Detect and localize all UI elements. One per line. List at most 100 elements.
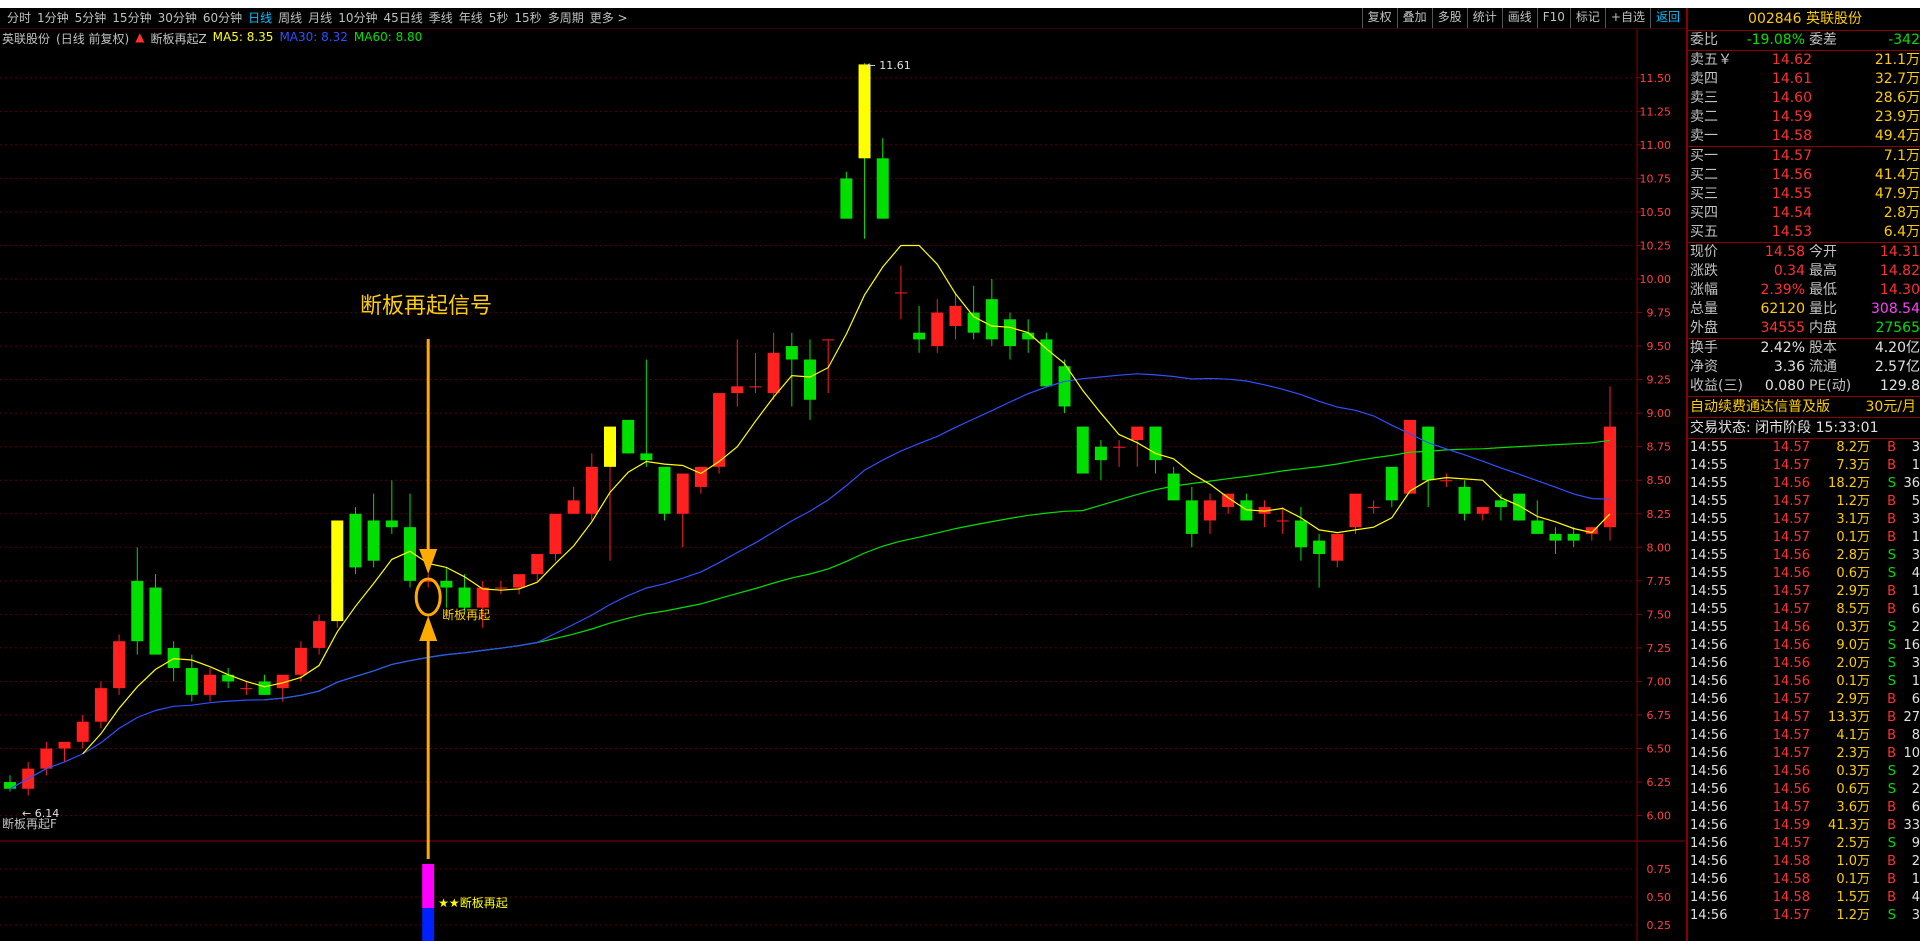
period-tab[interactable]: 15分钟 <box>109 8 154 28</box>
tick-row: 14:56 14.58 0.1万 B 1 <box>1690 872 1920 887</box>
weicha-value: -342 <box>1888 32 1920 48</box>
tick-row: 14:56 14.57 2.3万 B 10 <box>1690 746 1920 761</box>
candle-body <box>822 339 835 341</box>
period-tab[interactable]: 5秒 <box>486 8 512 28</box>
tool-button[interactable]: F10 <box>1536 8 1570 28</box>
candle-body <box>549 513 562 555</box>
candle-body <box>1531 520 1544 534</box>
candle-body <box>204 674 216 695</box>
tick-row: 14:56 14.57 2.5万 S 9 <box>1690 836 1920 851</box>
candle-body <box>1349 493 1362 528</box>
axis-tick-label: 10.25 <box>1640 240 1672 253</box>
candle-body <box>640 453 653 461</box>
sub-signal-bar-top <box>422 864 435 908</box>
candle-body <box>367 520 380 561</box>
axis-tick-label: 8.50 <box>1647 474 1672 487</box>
candle-body <box>494 587 507 589</box>
tick-row: 14:56 14.56 0.3万 S 2 <box>1690 764 1920 779</box>
stat-row: 收益(三) 0.080 PE(动) 129.8 <box>1690 378 1920 394</box>
tick-list[interactable]: 14:55 14.57 8.2万 B 3 14:55 14.57 7.3万 B 1 14:55 14.… <box>1688 438 1920 925</box>
candle-body <box>1204 500 1216 521</box>
candle-body <box>931 312 944 347</box>
sub-chart-title: 断板再起F <box>2 817 57 831</box>
ma60-value: MA60: 8.80 <box>353 30 423 44</box>
axis-tick-label: 7.50 <box>1647 608 1672 621</box>
signal-title-text: 断板再起信号 <box>360 294 492 319</box>
axis-tick-label: 10.00 <box>1640 273 1672 286</box>
order-level: 卖四 14.61 32.7万 <box>1690 71 1920 87</box>
axis-tick-label: 8.00 <box>1647 541 1672 554</box>
axis-tick-label: 9.25 <box>1647 374 1672 387</box>
toolbar: 分时 1分钟 5分钟 15分钟 30分钟 60分钟 日线 周线 月线 10分钟 45日线 季线 年线 5秒… <box>0 8 1685 29</box>
tick-row: 14:56 14.57 13.3万 B 27 <box>1690 710 1920 725</box>
candle-body <box>567 500 580 514</box>
period-tab[interactable]: 30分钟 <box>155 8 200 28</box>
candle-body <box>731 386 744 394</box>
chart-canvas[interactable]: 11.50 11.25 11.00 10.75 10.50 10.25 10.00 9.75 9… <box>0 29 1685 941</box>
tick-row: 14:55 14.56 2.8万 S 3 <box>1690 548 1920 563</box>
axis-tick-label: 6.25 <box>1647 776 1672 789</box>
candle-body <box>476 587 489 608</box>
tool-button[interactable]: 多股 <box>1431 8 1467 28</box>
candle-body <box>585 466 598 514</box>
period-tab[interactable]: 45日线 <box>380 8 425 28</box>
candle-body <box>458 587 471 608</box>
candle-body <box>1076 426 1089 474</box>
period-tab[interactable]: 月线 <box>305 8 335 28</box>
candle-body <box>1476 507 1489 514</box>
fundamental-stats: 换手 2.42% 股本 4.20亿 净资 3.36 流通 2.57亿 收益(三) 0.080 PE(… <box>1688 338 1920 396</box>
period-tab[interactable]: 5分钟 <box>72 8 110 28</box>
period-tab[interactable]: 更多 > <box>587 8 631 28</box>
stat-row: 涨幅 2.39% 最低 14.30 <box>1690 282 1920 298</box>
axis-tick-label: 6.50 <box>1647 743 1672 756</box>
period-tab[interactable]: 周线 <box>275 8 305 28</box>
tool-button[interactable]: 叠加 <box>1396 8 1432 28</box>
stat-row: 现价 14.58 今开 14.31 <box>1690 244 1920 260</box>
axis-tick-label: 6.00 <box>1647 810 1672 823</box>
stat-row: 净资 3.36 流通 2.57亿 <box>1690 359 1920 375</box>
candle-body <box>185 668 198 695</box>
period-tab[interactable]: 分时 <box>4 8 34 28</box>
period-tab[interactable]: 日线 <box>245 8 275 28</box>
tool-button[interactable]: 标记 <box>1569 8 1605 28</box>
tool-button[interactable]: 复权 <box>1361 8 1397 28</box>
window-top-strip <box>0 0 1920 8</box>
order-level: 卖一 14.58 49.4万 <box>1690 128 1920 144</box>
tick-row: 14:56 14.56 0.1万 S 1 <box>1690 674 1920 689</box>
candle-body <box>749 386 762 388</box>
tick-row: 14:56 14.56 9.0万 S 16 <box>1690 638 1920 653</box>
subscription-banner[interactable]: 自动续费通达信普及版 30元/月 <box>1688 396 1920 418</box>
chart-header: 英联股份 (日线 前复权) ▲ 断板再起Z MA5: 8.35 MA30: 8.… <box>2 30 422 47</box>
period-tab[interactable]: 季线 <box>426 8 456 28</box>
candle-body <box>1549 533 1562 541</box>
candle-body <box>40 748 53 769</box>
tool-button[interactable]: +自选 <box>1604 8 1650 28</box>
period-tab[interactable]: 年线 <box>456 8 486 28</box>
period-tab[interactable]: 15秒 <box>511 8 544 28</box>
tick-row: 14:55 14.56 0.6万 S 4 <box>1690 566 1920 581</box>
period-tab[interactable]: 60分钟 <box>200 8 245 28</box>
period-tab[interactable]: 10分钟 <box>335 8 380 28</box>
tick-row: 14:56 14.56 0.6万 S 2 <box>1690 782 1920 797</box>
stock-code-name: 002846 英联股份 <box>1688 8 1920 31</box>
tick-row: 14:56 14.57 4.1万 B 8 <box>1690 728 1920 743</box>
stat-row: 外盘 34555 内盘 27565 <box>1690 320 1920 336</box>
candle-body <box>513 574 526 588</box>
weibi-row: 委比 -19.08% 委差 -342 <box>1690 32 1920 48</box>
tick-row: 14:55 14.57 3.1万 B 3 <box>1690 512 1920 527</box>
period-tab[interactable]: 多周期 <box>545 8 587 28</box>
tool-button[interactable]: 返回 <box>1649 8 1685 28</box>
candle-body <box>840 178 853 219</box>
stat-row: 总量 62120 量比 308.54 <box>1690 301 1920 317</box>
up-arrow-icon: ▲ <box>135 30 145 44</box>
tool-button[interactable]: 画线 <box>1501 8 1537 28</box>
tool-buttons: 复权 叠加 多股 统计 画线 F10 标记 +自选 返回 <box>1361 8 1685 28</box>
order-level: 卖五￥ 14.62 21.1万 <box>1690 52 1920 68</box>
axis-tick-label: 9.00 <box>1647 407 1672 420</box>
period-tab[interactable]: 1分钟 <box>34 8 72 28</box>
kline-chart[interactable]: 11.50 11.25 11.00 10.75 10.50 10.25 10.00 9.75 9… <box>0 29 1685 941</box>
tool-button[interactable]: 统计 <box>1466 8 1502 28</box>
tick-row: 14:55 14.57 8.2万 B 3 <box>1690 440 1920 455</box>
high-price-label: ← 11.61 <box>867 59 911 72</box>
signal-arrow-down-head <box>419 549 438 574</box>
